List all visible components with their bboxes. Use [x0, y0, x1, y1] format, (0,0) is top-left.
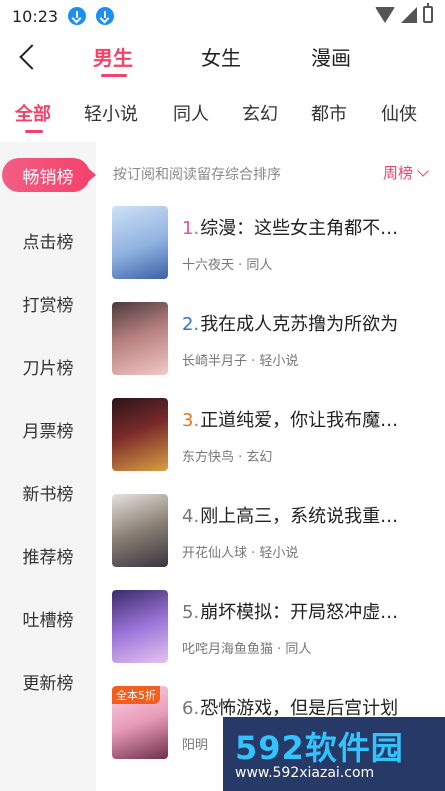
watermark-url: www.592xiazai.com — [235, 765, 375, 781]
book-rank: 1. — [182, 218, 200, 239]
tab-comics[interactable]: 漫画 — [311, 42, 351, 71]
category-tabs: 全部 轻小说 同人 玄幻 都市 仙侠 — [0, 96, 445, 136]
sidebar-item-comments[interactable]: 吐槽榜 — [0, 606, 96, 631]
status-time: 10:23 — [12, 6, 59, 26]
header: 男生 女生 漫画 — [0, 34, 445, 84]
book-cover: 全本5折 — [112, 686, 168, 759]
book-item[interactable]: 3.正道纯爱，你让我布魔… 东方快鸟 · 玄幻 — [112, 398, 432, 482]
watermark: 592软件园 www.592xiazai.com — [223, 717, 445, 791]
category-urban[interactable]: 都市 — [311, 100, 347, 126]
ranking-list: 按订阅和阅读留存综合排序 周榜 1.综漫：这些女主角都不… 十六夜天 · 同人 … — [96, 142, 445, 791]
sidebar-item-bestseller[interactable]: 畅销榜 — [0, 163, 96, 188]
sidebar-item-updates[interactable]: 更新榜 — [0, 669, 96, 694]
signal-icon — [401, 6, 417, 23]
category-all[interactable]: 全部 — [15, 100, 51, 126]
book-item[interactable]: 1.综漫：这些女主角都不… 十六夜天 · 同人 — [112, 206, 432, 290]
battery-icon — [423, 3, 433, 23]
sort-description: 按订阅和阅读留存综合排序 — [113, 167, 281, 183]
book-meta: 长崎半月子 · 轻小说 — [182, 354, 299, 369]
book-rank: 4. — [182, 506, 200, 527]
watermark-brand: 592软件园 — [235, 729, 404, 767]
download-icon — [68, 7, 87, 25]
status-bar: 10:23 — [0, 0, 445, 32]
back-button[interactable] — [14, 42, 44, 72]
sidebar-item-new-books[interactable]: 新书榜 — [0, 480, 96, 505]
category-fantasy[interactable]: 玄幻 — [242, 100, 278, 126]
discount-badge: 全本5折 — [112, 686, 160, 704]
book-meta: 阳明 — [182, 738, 209, 753]
book-rank: 2. — [182, 314, 200, 335]
book-title: 2.我在成人克苏撸为所欲为 — [182, 314, 399, 335]
tab-indicator — [101, 74, 127, 77]
download-icon — [96, 7, 115, 25]
status-icons — [375, 3, 433, 23]
book-rank: 3. — [182, 410, 200, 431]
sidebar-item-rewards[interactable]: 打赏榜 — [0, 291, 96, 316]
book-cover — [112, 494, 168, 567]
book-meta: 开花仙人球 · 轻小说 — [182, 546, 299, 561]
book-title: 4.刚上高三，系统说我重… — [182, 506, 399, 527]
category-fanfic[interactable]: 同人 — [173, 100, 209, 126]
sidebar-item-recommended[interactable]: 推荐榜 — [0, 543, 96, 568]
sidebar-item-blades[interactable]: 刀片榜 — [0, 354, 96, 379]
period-dropdown[interactable]: 周榜 — [382, 162, 429, 183]
category-indicator — [25, 130, 43, 133]
book-cover — [112, 302, 168, 375]
sidebar-item-clicks[interactable]: 点击榜 — [0, 228, 96, 253]
tab-male[interactable]: 男生 — [93, 42, 133, 71]
category-light-novel[interactable]: 轻小说 — [84, 100, 138, 126]
book-cover — [112, 590, 168, 663]
tab-female[interactable]: 女生 — [201, 42, 241, 71]
book-item[interactable]: 5.崩坏模拟：开局怒冲虚… 叱咤月海鱼鱼猫 · 同人 — [112, 590, 432, 674]
book-cover — [112, 206, 168, 279]
book-rank: 6. — [182, 698, 200, 719]
book-meta: 东方快鸟 · 玄幻 — [182, 450, 273, 465]
book-item[interactable]: 4.刚上高三，系统说我重… 开花仙人球 · 轻小说 — [112, 494, 432, 578]
sidebar-item-monthly-votes[interactable]: 月票榜 — [0, 417, 96, 442]
chevron-down-icon — [417, 164, 429, 177]
wifi-icon — [375, 6, 395, 23]
book-title: 5.崩坏模拟：开局怒冲虚… — [182, 602, 399, 623]
book-title: 1.综漫：这些女主角都不… — [182, 218, 399, 239]
category-xianxia[interactable]: 仙侠 — [381, 100, 417, 126]
book-item[interactable]: 2.我在成人克苏撸为所欲为 长崎半月子 · 轻小说 — [112, 302, 432, 386]
book-title: 3.正道纯爱，你让我布魔… — [182, 410, 399, 431]
ranking-sidebar: 畅销榜 点击榜 打赏榜 刀片榜 月票榜 新书榜 推荐榜 吐槽榜 更新榜 — [0, 142, 96, 791]
book-meta: 叱咤月海鱼鱼猫 · 同人 — [182, 642, 312, 657]
book-rank: 5. — [182, 602, 200, 623]
book-cover — [112, 398, 168, 471]
book-meta: 十六夜天 · 同人 — [182, 258, 273, 273]
period-label: 周榜 — [382, 164, 413, 182]
